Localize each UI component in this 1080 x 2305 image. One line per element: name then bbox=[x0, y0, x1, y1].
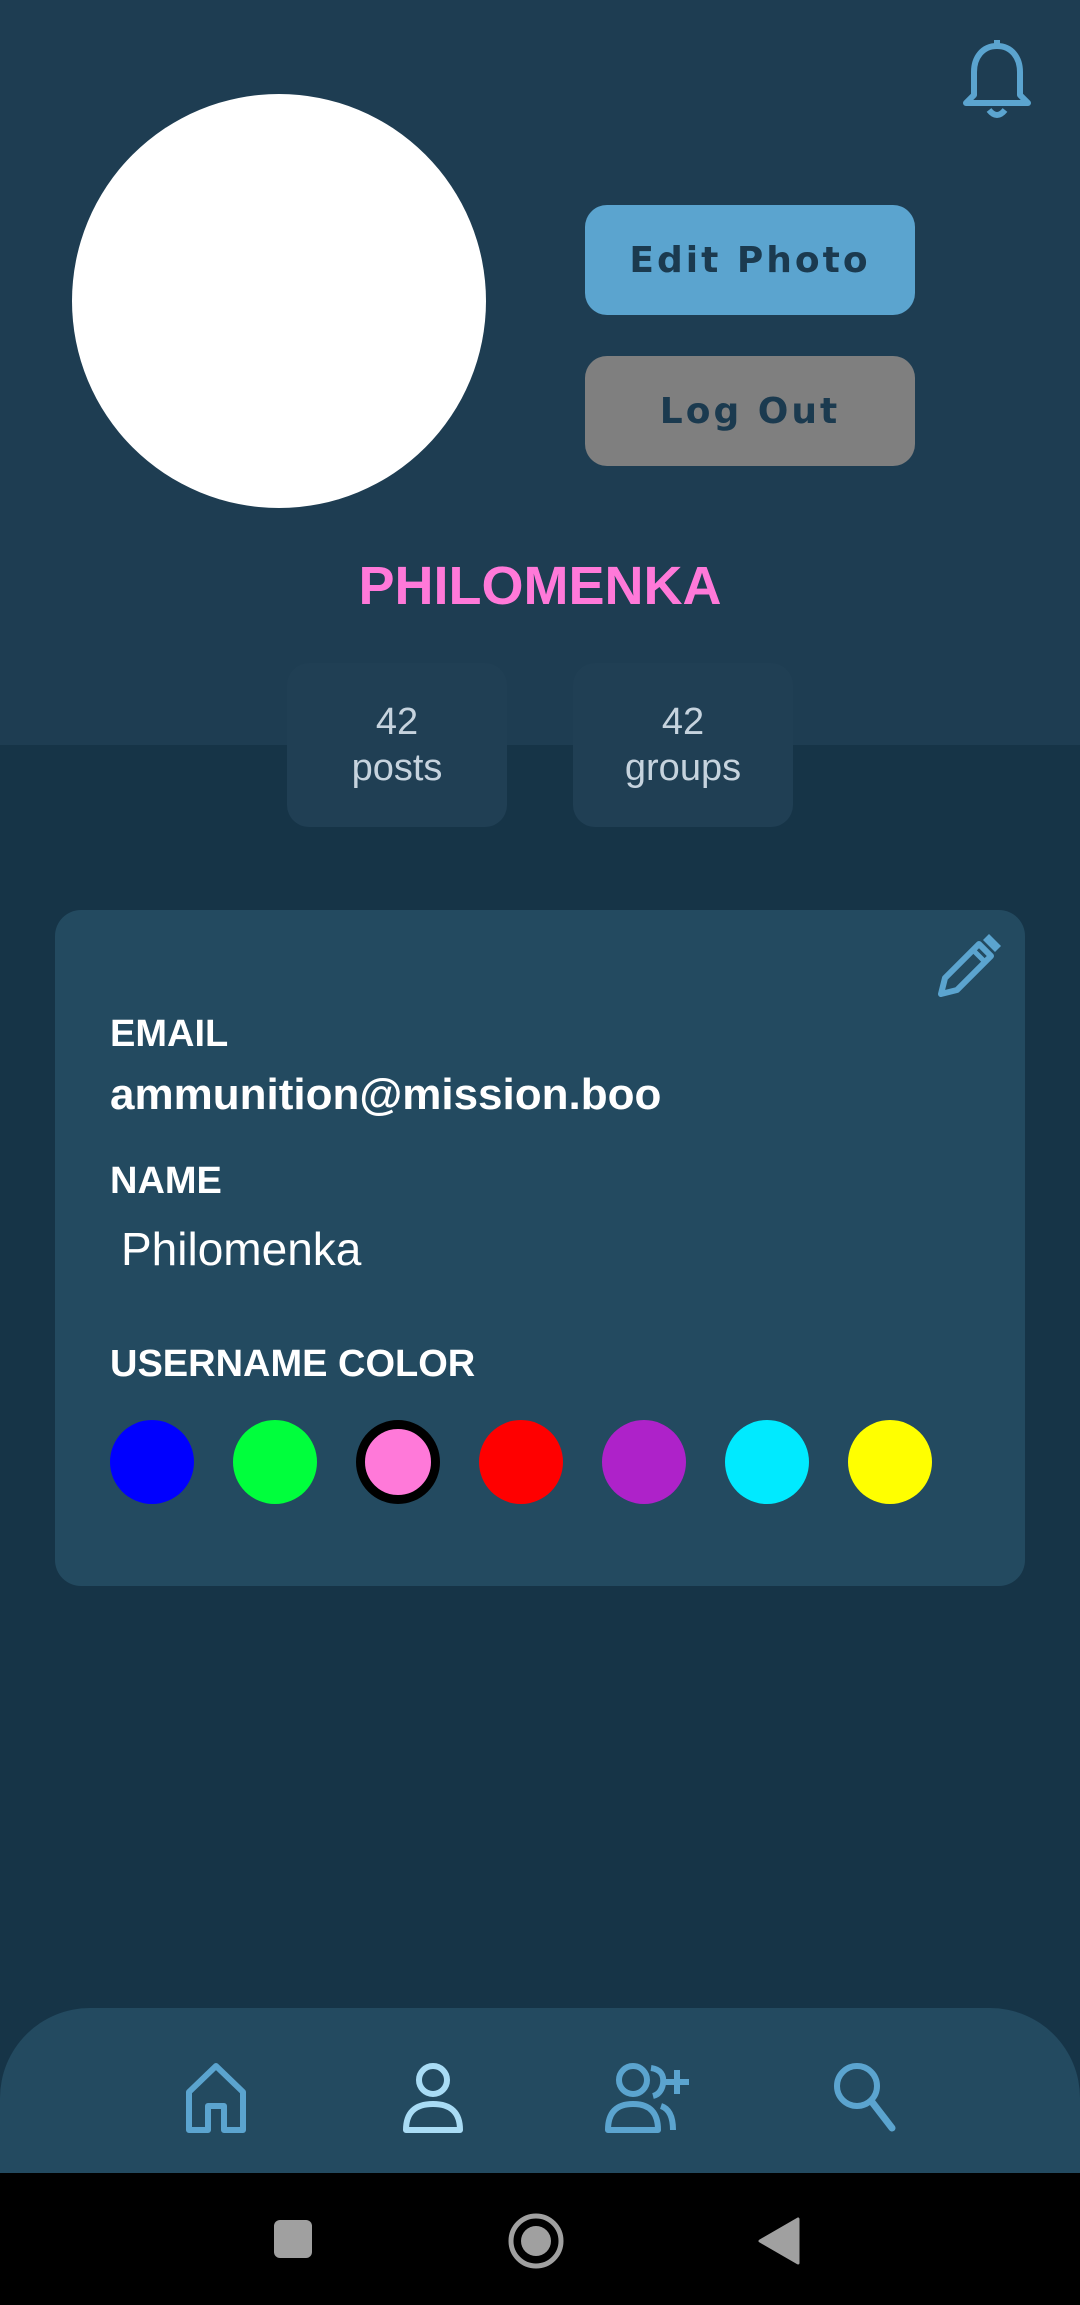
color-swatch-yellow[interactable] bbox=[848, 1420, 932, 1504]
search-icon[interactable] bbox=[832, 2060, 896, 2136]
username-title: PHILOMENKA bbox=[358, 556, 722, 616]
groups-stat[interactable]: 42 groups bbox=[573, 663, 793, 827]
groups-count: 42 bbox=[661, 701, 705, 743]
color-swatch-blue[interactable] bbox=[110, 1420, 194, 1504]
posts-count: 42 bbox=[375, 701, 419, 743]
home-button[interactable] bbox=[507, 2212, 565, 2270]
posts-stat[interactable]: 42 posts bbox=[287, 663, 507, 827]
email-value: ammunition@mission.boo bbox=[110, 1070, 662, 1119]
home-icon[interactable] bbox=[184, 2060, 248, 2136]
logout-button[interactable]: Log Out bbox=[585, 356, 915, 466]
edit-photo-button[interactable]: Edit Photo bbox=[585, 205, 915, 315]
email-label: EMAIL bbox=[110, 1013, 229, 1055]
name-value[interactable]: Philomenka bbox=[121, 1222, 361, 1276]
groups-label: groups bbox=[624, 747, 742, 789]
name-label: NAME bbox=[110, 1160, 222, 1202]
profile-details-card: EMAIL ammunition@mission.boo NAME Philom… bbox=[55, 910, 1025, 1586]
posts-label: posts bbox=[351, 747, 443, 789]
color-swatch-green[interactable] bbox=[233, 1420, 317, 1504]
bottom-navigation bbox=[0, 2008, 1080, 2173]
recents-button[interactable] bbox=[274, 2220, 312, 2258]
back-button[interactable] bbox=[758, 2217, 800, 2265]
add-friend-icon[interactable] bbox=[605, 2060, 691, 2136]
color-swatch-cyan[interactable] bbox=[725, 1420, 809, 1504]
username-color-label: USERNAME COLOR bbox=[110, 1343, 476, 1385]
profile-avatar[interactable] bbox=[72, 94, 486, 508]
pencil-icon[interactable] bbox=[933, 932, 1003, 1002]
color-swatch-pink[interactable] bbox=[356, 1420, 440, 1504]
color-swatch-purple[interactable] bbox=[602, 1420, 686, 1504]
profile-icon[interactable] bbox=[402, 2060, 464, 2136]
bell-icon[interactable] bbox=[960, 40, 1034, 120]
system-navigation-bar bbox=[0, 2173, 1080, 2305]
color-swatch-red[interactable] bbox=[479, 1420, 563, 1504]
